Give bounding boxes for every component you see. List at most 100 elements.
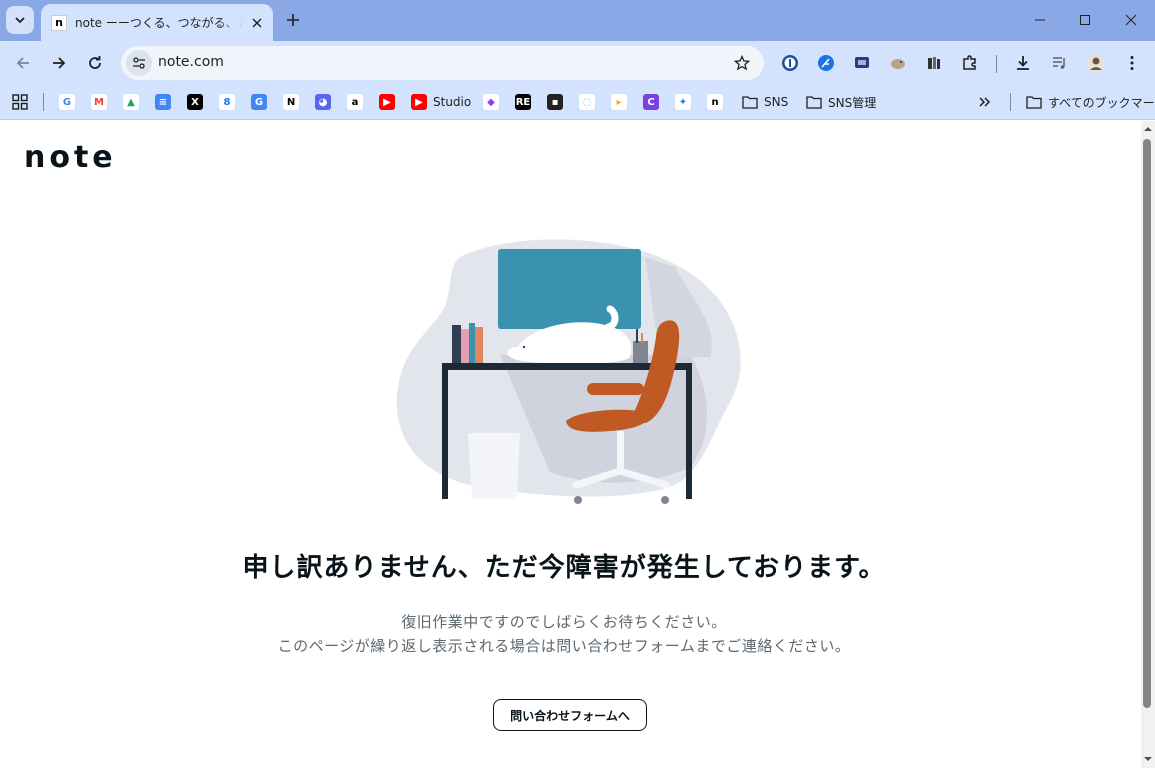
address-bar[interactable]: note.com bbox=[121, 46, 764, 80]
extension-figure[interactable] bbox=[922, 51, 946, 75]
1password-icon bbox=[782, 55, 798, 71]
maximize-button[interactable] bbox=[1062, 0, 1108, 40]
close-icon bbox=[1125, 14, 1137, 26]
note-logo[interactable]: note bbox=[24, 143, 117, 173]
contact-form-button[interactable]: 問い合わせフォームへ bbox=[493, 699, 647, 731]
url-text: note.com bbox=[158, 54, 224, 70]
bookmark-google[interactable]: G bbox=[59, 92, 75, 112]
book bbox=[469, 323, 475, 363]
more-vertical-icon bbox=[1130, 56, 1134, 70]
folder-icon bbox=[1026, 96, 1042, 109]
tab-close-button[interactable] bbox=[249, 15, 265, 31]
translate-icon: G bbox=[251, 94, 267, 110]
youtube-studio-icon: ▶ bbox=[411, 94, 427, 110]
note-icon: n bbox=[707, 94, 723, 110]
extension-dark[interactable] bbox=[850, 51, 874, 75]
bookmark-note[interactable]: n bbox=[707, 92, 723, 112]
bookmark-youtube[interactable]: ▶ bbox=[379, 92, 395, 112]
extension-pig[interactable] bbox=[886, 51, 910, 75]
bookmark-re[interactable]: RE bbox=[515, 92, 531, 112]
tune-icon bbox=[133, 57, 145, 69]
extension-1password[interactable] bbox=[778, 51, 802, 75]
arrow-right-icon bbox=[53, 57, 66, 69]
tab-title: note ーーつくる、つながる、とどける。 bbox=[75, 16, 243, 30]
discord-icon: ◕ bbox=[315, 94, 331, 110]
google-icon: G bbox=[59, 94, 75, 110]
bookmark-discord[interactable]: ◕ bbox=[315, 92, 331, 112]
bookmark-youtube-studio[interactable]: ▶ Studio bbox=[411, 92, 471, 112]
all-bookmarks-folder[interactable]: すべてのブックマーク bbox=[1026, 92, 1155, 112]
profile-avatar[interactable] bbox=[1084, 51, 1108, 75]
canva-icon: ◆ bbox=[483, 94, 499, 110]
vertical-scrollbar[interactable] bbox=[1141, 121, 1155, 768]
bookmark-x[interactable]: X bbox=[187, 92, 203, 112]
bookmark-gmail[interactable]: M bbox=[91, 92, 107, 112]
bookmark-folder-sns-admin[interactable]: SNS管理 bbox=[806, 92, 876, 112]
bookmark-calendar[interactable]: 8 bbox=[219, 92, 235, 112]
apps-grid-icon bbox=[12, 94, 28, 110]
playlist-icon bbox=[1053, 57, 1065, 69]
bookmark-drive[interactable]: ▲ bbox=[123, 92, 139, 112]
ext-cloud-icon: ◌ bbox=[579, 94, 595, 110]
figures-icon bbox=[928, 57, 940, 69]
chevron-down-icon bbox=[15, 17, 25, 24]
scrollbar-thumb[interactable] bbox=[1143, 139, 1151, 708]
bookmark-ext-bag[interactable]: ▪ bbox=[547, 92, 563, 112]
download-icon bbox=[1017, 56, 1029, 70]
folder-icon bbox=[742, 96, 758, 109]
notion-icon: N bbox=[283, 94, 299, 110]
bookmark-notion[interactable]: N bbox=[283, 92, 299, 112]
drive-icon: ▲ bbox=[123, 94, 139, 110]
maximize-icon bbox=[1080, 15, 1090, 25]
tab-search-button[interactable] bbox=[6, 6, 34, 34]
docs-icon: ≡ bbox=[155, 94, 171, 110]
book bbox=[452, 325, 461, 363]
site-info-button[interactable] bbox=[126, 50, 152, 76]
extension-blue[interactable] bbox=[814, 51, 838, 75]
downloads-button[interactable] bbox=[1011, 51, 1035, 75]
apps-button[interactable] bbox=[12, 92, 28, 112]
extensions-button[interactable] bbox=[958, 51, 982, 75]
bookmarks-divider bbox=[43, 93, 44, 111]
scroll-up-icon[interactable] bbox=[1144, 125, 1152, 133]
feather-icon bbox=[818, 55, 834, 71]
bookmarks-overflow-button[interactable] bbox=[978, 92, 992, 112]
bookmark-star-button[interactable] bbox=[732, 53, 752, 73]
puzzle-icon bbox=[963, 55, 976, 70]
minimize-button[interactable] bbox=[1017, 0, 1063, 40]
new-tab-button[interactable] bbox=[282, 9, 304, 31]
scroll-down-icon[interactable] bbox=[1144, 755, 1152, 763]
media-control-button[interactable] bbox=[1048, 51, 1072, 75]
bookmark-docs[interactable]: ≡ bbox=[155, 92, 171, 112]
bookmark-canva[interactable]: ◆ bbox=[483, 92, 499, 112]
active-tab[interactable]: n note ーーつくる、つながる、とどける。 bbox=[41, 4, 273, 41]
bookmark-translate[interactable]: G bbox=[251, 92, 267, 112]
plus-icon bbox=[287, 14, 299, 26]
reload-button[interactable] bbox=[81, 49, 109, 77]
avatar-icon bbox=[1087, 54, 1105, 72]
error-message-line-1: 復旧作業中ですのでしばらくお待ちください。 bbox=[401, 613, 727, 631]
desk-leg-left bbox=[442, 363, 448, 499]
chair-wheel bbox=[574, 496, 582, 504]
error-message-line-2: このページが繰り返し表示される場合は問い合わせフォームまでご連絡ください。 bbox=[277, 637, 851, 655]
back-button[interactable] bbox=[9, 49, 37, 77]
error-illustration bbox=[396, 239, 741, 504]
bookmark-ext-yellow[interactable]: ▸ bbox=[611, 92, 627, 112]
bookmark-ext-c[interactable]: C bbox=[643, 92, 659, 112]
bookmark-ext-cloud[interactable]: ◌ bbox=[579, 92, 595, 112]
bookmarks-divider bbox=[1010, 93, 1011, 111]
book bbox=[461, 329, 469, 363]
bookmark-bluesky[interactable]: ✦ bbox=[675, 92, 691, 112]
bookmark-amazon[interactable]: a bbox=[347, 92, 363, 112]
screen-icon bbox=[855, 57, 869, 68]
bookmark-folder-sns[interactable]: SNS bbox=[742, 92, 788, 112]
star-icon bbox=[734, 55, 750, 71]
ext-yellow-icon: ▸ bbox=[611, 94, 627, 110]
cat-eye bbox=[522, 345, 526, 349]
note-favicon-icon: n bbox=[51, 14, 67, 31]
gmail-icon: M bbox=[91, 94, 107, 110]
close-window-button[interactable] bbox=[1108, 0, 1154, 40]
desk-leg-right bbox=[686, 363, 692, 499]
browser-menu-button[interactable] bbox=[1120, 51, 1144, 75]
forward-button[interactable] bbox=[45, 49, 73, 77]
